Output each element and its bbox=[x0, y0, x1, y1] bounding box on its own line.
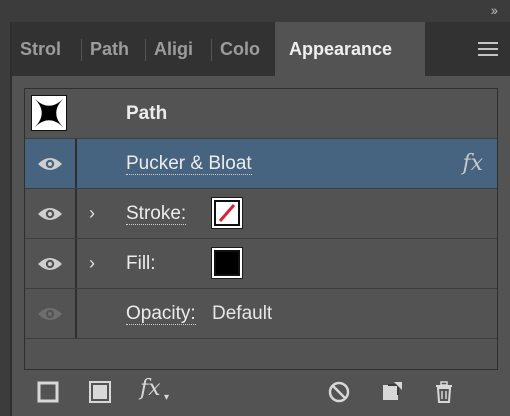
opacity-value: Default bbox=[212, 303, 273, 324]
tab-pathfinder[interactable]: Path bbox=[82, 22, 146, 76]
left-dock-edge bbox=[0, 22, 12, 416]
tab-color[interactable]: Colo bbox=[212, 22, 274, 76]
dropdown-caret-icon: ▾ bbox=[164, 392, 170, 403]
fill-swatch[interactable] bbox=[211, 247, 243, 279]
appearance-object-type: Path bbox=[126, 103, 168, 124]
chevron-right-icon[interactable]: › bbox=[89, 253, 95, 274]
visibility-eye-icon[interactable] bbox=[37, 254, 63, 274]
tab-align[interactable]: Aligi bbox=[146, 22, 212, 76]
row-divider bbox=[75, 139, 77, 188]
hamburger-menu-icon[interactable] bbox=[478, 42, 498, 57]
panel-top-strip: ›› bbox=[0, 0, 510, 22]
effect-label-link[interactable]: Pucker & Bloat bbox=[126, 153, 252, 175]
clear-appearance-icon[interactable] bbox=[327, 380, 351, 404]
add-new-fill-icon[interactable] bbox=[88, 380, 112, 404]
fx-icon: fx bbox=[462, 151, 483, 176]
panel-tab-bar: Strol Path Aligi Colo Appearance bbox=[12, 22, 510, 76]
fill-label: Fill: bbox=[126, 253, 156, 274]
visibility-eye-icon-dimmed bbox=[38, 308, 62, 320]
appearance-header-row: Path bbox=[25, 89, 497, 139]
list-item-stroke[interactable]: › Stroke: bbox=[25, 189, 497, 239]
tab-appearance[interactable]: Appearance bbox=[275, 22, 425, 76]
duplicate-item-icon[interactable] bbox=[380, 380, 404, 404]
row-divider bbox=[75, 289, 77, 338]
list-item-fill[interactable]: › Fill: bbox=[25, 239, 497, 289]
row-divider bbox=[75, 239, 77, 288]
chevron-right-icon[interactable]: › bbox=[89, 203, 95, 224]
appearance-panel: Path Pucker & Bloat fx › Stroke: › Fill:… bbox=[12, 76, 510, 416]
stroke-label-link[interactable]: Stroke: bbox=[126, 203, 187, 225]
stroke-swatch[interactable] bbox=[211, 197, 243, 229]
opacity-label-link[interactable]: Opacity: bbox=[126, 303, 196, 325]
row-divider bbox=[75, 189, 77, 238]
add-new-stroke-icon[interactable] bbox=[36, 380, 60, 404]
list-item-opacity[interactable]: Opacity: Default bbox=[25, 289, 497, 339]
visibility-eye-icon[interactable] bbox=[37, 154, 63, 174]
pucker-star-thumbnail bbox=[31, 95, 67, 131]
add-new-effect-icon[interactable]: fx bbox=[140, 376, 161, 401]
list-item-pucker-bloat[interactable]: Pucker & Bloat fx bbox=[25, 139, 497, 189]
visibility-eye-icon[interactable] bbox=[37, 204, 63, 224]
collapse-panel-icon[interactable]: ›› bbox=[491, 2, 498, 18]
tab-stroke[interactable]: Strol bbox=[12, 22, 82, 76]
delete-item-icon[interactable] bbox=[432, 380, 456, 404]
appearance-list: Path Pucker & Bloat fx › Stroke: › Fill:… bbox=[24, 88, 498, 370]
